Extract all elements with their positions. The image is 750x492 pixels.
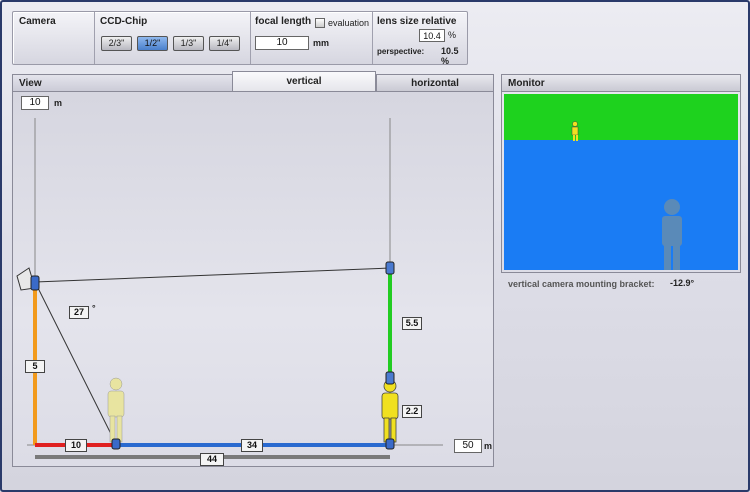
evaluation-checkbox[interactable] (315, 18, 325, 28)
ccd-option-1-2[interactable]: 1/2" (137, 36, 168, 51)
lens-size-unit: % (448, 30, 457, 40)
distance-scale-unit: m (484, 441, 493, 451)
monitor-view (571, 121, 682, 270)
near-person-icon[interactable] (107, 377, 125, 450)
upper-view-line (34, 267, 391, 283)
ccd-section: CCD-Chip 2/3" 1/2" 1/3" 1/4" (95, 12, 251, 64)
lens-section: lens size relative 10.4 % perspective: 1… (373, 12, 469, 66)
app-frame: Camera CCD-Chip 2/3" 1/2" 1/3" 1/4" foca… (0, 0, 750, 492)
focal-label: focal length (255, 16, 312, 27)
near-distance-value: 10 (65, 439, 87, 452)
target-top-handle-icon[interactable] (385, 261, 395, 275)
angle-unit: ° (92, 303, 96, 313)
evaluation-label: evaluation (328, 18, 370, 28)
distance-scale-input[interactable]: 50 (454, 439, 482, 453)
tab-vertical-label: vertical (286, 76, 322, 87)
mounting-bracket-label: vertical camera mounting bracket: (508, 279, 655, 289)
perspective-label: perspective: (377, 47, 425, 56)
tab-horizontal[interactable]: horizontal (376, 74, 494, 92)
view-panel-header: View (12, 74, 232, 92)
ccd-option-2-3[interactable]: 2/3" (101, 36, 132, 51)
person-height-value: 2.2 (402, 405, 422, 418)
monitor-far-person-icon (571, 121, 579, 141)
mounting-bracket-value: -12.9° (670, 278, 695, 288)
ccd-option-1-4[interactable]: 1/4" (209, 36, 240, 51)
lens-size-label: lens size relative (377, 16, 457, 27)
monitor-panel (501, 91, 741, 273)
total-distance-value: 44 (200, 453, 224, 466)
camera-height-value: 5 (25, 360, 45, 373)
mid-distance-value: 34 (241, 439, 263, 452)
monitor-label: Monitor (508, 78, 545, 89)
lens-size-value: 10.4 (419, 29, 445, 42)
camera-section: Camera (13, 12, 95, 64)
monitor-near-person-icon (662, 199, 682, 270)
monitor-panel-header: Monitor (501, 74, 741, 92)
toolbar: Camera CCD-Chip 2/3" 1/2" 1/3" 1/4" foca… (12, 11, 469, 66)
tab-horizontal-label: horizontal (411, 78, 459, 89)
view-diagram (16, 118, 443, 459)
tab-vertical[interactable]: vertical (232, 71, 376, 92)
target-height-value: 5.5 (402, 317, 422, 330)
ccd-option-1-3[interactable]: 1/3" (173, 36, 204, 51)
view-label: View (19, 78, 42, 89)
camera-icon[interactable] (16, 267, 40, 291)
perspective-value: 10.5 % (441, 46, 459, 66)
ccd-label: CCD-Chip (100, 16, 148, 27)
camera-label: Camera (19, 16, 56, 27)
view-panel: 10 m 27 ° 5 5.5 2.2 10 34 44 50 m (12, 91, 494, 467)
focal-unit: mm (313, 38, 330, 48)
focal-section: focal length evaluation 10 mm (251, 12, 373, 64)
angle-value: 27 (69, 306, 89, 319)
focal-length-input[interactable]: 10 (255, 36, 309, 50)
